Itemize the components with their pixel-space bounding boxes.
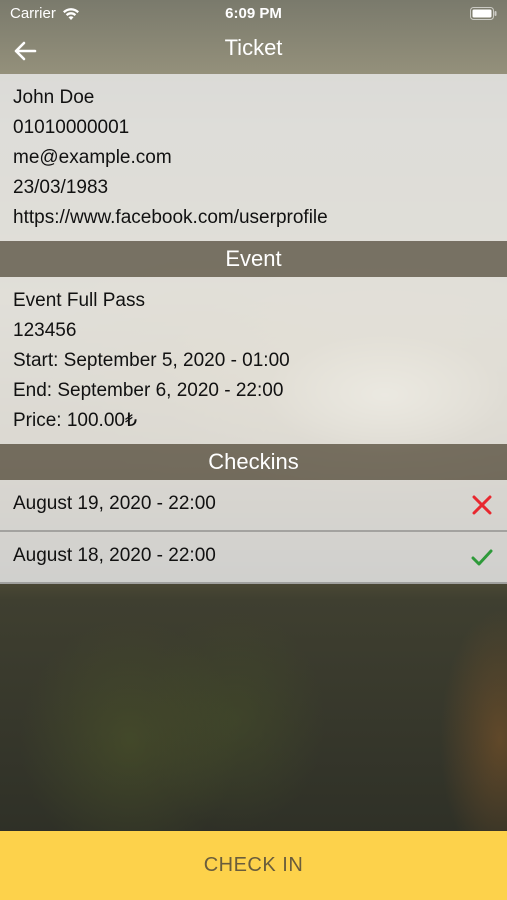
row-divider [0,582,507,584]
attendee-birthdate: 23/03/1983 [13,177,109,198]
ticket-code: 123456 [13,320,77,341]
ticket-type: Event Full Pass [13,290,145,311]
clock: 6:09 PM [225,5,282,22]
attendee-email: me@example.com [13,147,172,168]
status-bar: Carrier 6:09 PM [0,0,507,28]
checkin-row: August 19, 2020 - 22:00 [0,480,507,530]
checkin-date: August 19, 2020 - 22:00 [13,493,216,514]
nav-bar: Ticket [0,28,507,74]
attendee-name: John Doe [13,87,95,108]
event-start: Start: September 5, 2020 - 01:00 [13,350,290,371]
event-section-header: Event [0,241,507,277]
checkins-section-header: Checkins [0,444,507,480]
battery-icon [470,7,497,20]
x-icon [472,495,492,515]
checkmark-icon [471,549,493,566]
event-info-panel: Event Full Pass 123456 Start: September … [0,277,507,444]
attendee-info-panel: John Doe 01010000001 me@example.com 23/0… [0,74,507,241]
checkin-date: August 18, 2020 - 22:00 [13,545,216,566]
ticket-screen: Carrier 6:09 PM Ticket John Doe 01010000… [0,0,507,900]
ticket-price: Price: 100.00₺ [13,410,138,431]
checkin-row: August 18, 2020 - 22:00 [0,532,507,582]
attendee-profile-url: https://www.facebook.com/userprofile [13,207,328,228]
check-in-button[interactable]: CHECK IN [0,831,507,900]
page-title: Ticket [224,35,283,60]
attendee-phone: 01010000001 [13,117,130,138]
event-end: End: September 6, 2020 - 22:00 [13,380,284,401]
